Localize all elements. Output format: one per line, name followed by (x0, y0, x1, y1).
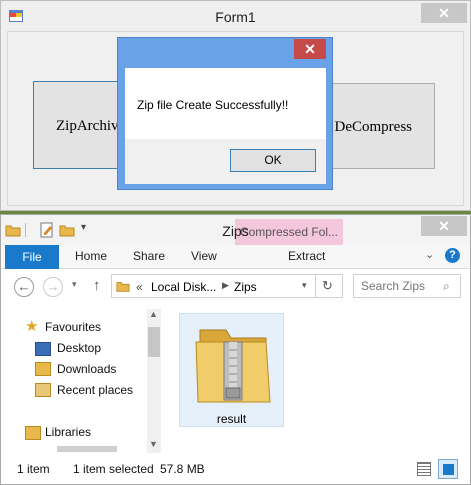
tab-share[interactable]: Share (133, 249, 165, 263)
address-dropdown-icon[interactable]: ▾ (302, 280, 307, 291)
nav-desktop[interactable]: Desktop (57, 341, 101, 355)
msgbox-message: Zip file Create Successfully!! (137, 98, 289, 112)
star-icon: ★ (25, 318, 39, 335)
help-icon[interactable]: ? (445, 248, 460, 263)
scrollbar-thumb[interactable] (148, 327, 160, 357)
ok-button[interactable]: OK (230, 149, 316, 172)
recent-locations-icon[interactable]: ▾ (72, 279, 77, 290)
details-view-icon[interactable] (417, 462, 431, 476)
message-box: ✕ Zip file Create Successfully!! OK (117, 37, 333, 190)
file-name-label: result (216, 412, 247, 426)
address-bar[interactable]: « Local Disk... ▶ Zips ▾ ↻ (111, 274, 343, 298)
tab-home[interactable]: Home (75, 249, 107, 263)
refresh-icon[interactable]: ↻ (322, 278, 333, 294)
scroll-down-icon[interactable]: ▼ (149, 439, 158, 449)
downloads-icon (35, 362, 51, 376)
back-icon[interactable]: ← (14, 277, 34, 297)
search-icon[interactable]: ⌕ (443, 279, 450, 294)
libraries-icon (25, 426, 41, 440)
form1-title: Form1 (215, 9, 256, 25)
status-bar: 1 item 1 item selected 57.8 MB (1, 455, 470, 483)
address-divider (315, 275, 316, 297)
nav-recent-places[interactable]: Recent places (57, 383, 133, 397)
nav-hidden-item (57, 446, 117, 452)
breadcrumb-local-disk[interactable]: Local Disk... (151, 280, 216, 294)
tab-view[interactable]: View (191, 249, 217, 263)
file-item-result[interactable] (179, 313, 284, 427)
up-icon[interactable]: ↑ (93, 277, 101, 294)
zip-folder-icon (195, 329, 271, 403)
decompress-button[interactable]: DeCompress (319, 83, 435, 169)
folder-icon (116, 282, 130, 292)
tab-file[interactable]: File (5, 245, 59, 269)
ribbon-tabs: File Home Share View Extract ⌄ ? (1, 245, 470, 269)
nav-downloads[interactable]: Downloads (57, 362, 116, 376)
tab-extract[interactable]: Extract (288, 249, 325, 263)
breadcrumb-zips[interactable]: Zips (234, 280, 257, 294)
address-row: ← → ▾ ↑ « Local Disk... ▶ Zips ▾ ↻ Searc… (1, 270, 470, 304)
status-size: 57.8 MB (160, 462, 205, 476)
recent-places-icon (35, 383, 51, 397)
breadcrumb-overflow[interactable]: « (136, 280, 143, 294)
large-icons-glyph (443, 464, 454, 475)
ribbon-expand-icon[interactable]: ⌄ (425, 248, 434, 261)
status-item-count: 1 item (17, 462, 50, 476)
forward-icon[interactable]: → (43, 277, 63, 297)
nav-libraries[interactable]: Libraries (45, 425, 91, 439)
explorer-close-button[interactable]: ✕ (421, 216, 467, 236)
msgbox-body: Zip file Create Successfully!! (125, 68, 326, 139)
large-icons-view-icon[interactable] (438, 459, 458, 479)
msgbox-close-button[interactable]: ✕ (294, 39, 326, 59)
desktop-icon (35, 342, 51, 356)
explorer-window: ▾ Compressed Fol... Zips ✕ File Home Sha… (0, 214, 471, 485)
nav-favourites[interactable]: Favourites (45, 320, 101, 334)
form1-close-button[interactable]: ✕ (421, 3, 467, 23)
scroll-up-icon[interactable]: ▲ (149, 309, 158, 319)
explorer-title: Zips (222, 223, 249, 239)
breadcrumb-chevron-icon[interactable]: ▶ (222, 280, 229, 291)
status-selected: 1 item selected (73, 462, 154, 476)
